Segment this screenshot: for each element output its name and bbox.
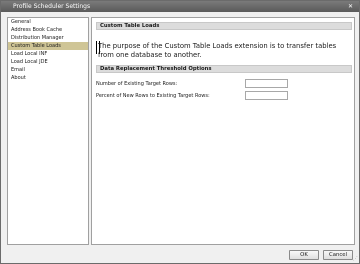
percent-new-rows-label: Percent of New Rows to Existing Target R… [96,93,210,99]
resize-grip-icon[interactable]: ⋰ [353,257,358,262]
existing-target-rows-input[interactable] [245,79,288,88]
sidebar-item-email[interactable]: Email [8,66,88,74]
threshold-section-title: Data Replacement Threshold Options [96,65,352,73]
sidebar-item-about[interactable]: About [8,74,88,82]
sidebar-item-address-book-cache[interactable]: Address Book Cache [8,26,88,34]
window-title: Profile Scheduler Settings [13,3,91,10]
description-text: The purpose of the Custom Table Loads ex… [98,42,337,59]
cancel-button[interactable]: Cancel [323,250,353,260]
sidebar-item-load-local-inf[interactable]: Load Local INF [8,50,88,58]
close-icon[interactable]: ✕ [346,3,355,10]
section-title: Custom Table Loads [96,22,352,30]
settings-panel: Custom Table Loads The purpose of the Cu… [91,17,355,245]
sidebar-item-distribution-manager[interactable]: Distribution Manager [8,34,88,42]
sidebar-item-custom-table-loads[interactable]: Custom Table Loads [8,42,88,50]
existing-target-rows-label: Number of Existing Target Rows: [96,81,178,87]
title-bar[interactable]: Profile Scheduler Settings ✕ [1,1,359,12]
sidebar-item-general[interactable]: General [8,18,88,26]
percent-new-rows-input[interactable] [245,91,288,100]
settings-dialog: Profile Scheduler Settings ✕ General Add… [0,0,360,264]
settings-nav: General Address Book Cache Distribution … [7,17,89,245]
ok-button[interactable]: OK [289,250,319,260]
sidebar-item-load-local-jde[interactable]: Load Local JDE [8,58,88,66]
